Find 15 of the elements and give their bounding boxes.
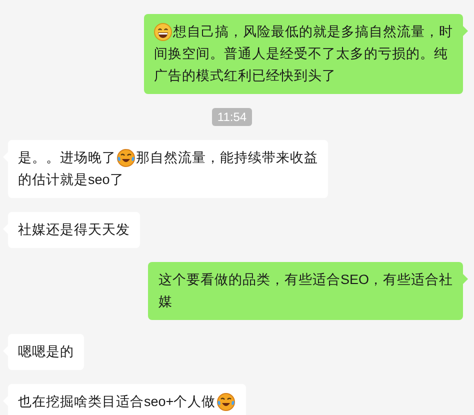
message-text: 媒 bbox=[158, 293, 172, 311]
message-text: 那自然流量，能持续带来收益 bbox=[136, 149, 318, 167]
message-text: 的估计就是seo了 bbox=[18, 171, 124, 189]
message-text: 广告的模式红利已经快到头了 bbox=[154, 67, 336, 85]
message-text: 这个要看做的品类，有些适合SEO，有些适合社 bbox=[158, 271, 453, 289]
message-text: 社媒还是得天天发 bbox=[18, 221, 130, 239]
grinning-emoji-icon bbox=[154, 23, 172, 41]
message-text: 间换空间。普通人是经受不了太多的亏损的。纯 bbox=[154, 45, 448, 63]
tears-of-joy-emoji-icon bbox=[117, 149, 135, 167]
message-text: 嗯嗯是的 bbox=[18, 343, 74, 361]
message-text: 想自己搞，风险最低的就是多搞自然流量，时 bbox=[173, 23, 453, 41]
tears-of-joy-emoji-icon bbox=[216, 393, 235, 411]
message-text: 也在挖掘啥类目适合seo+个人做 bbox=[18, 393, 216, 411]
timestamp: 11:54 bbox=[212, 108, 252, 126]
message-text: 是。。进场晚了 bbox=[18, 149, 116, 167]
